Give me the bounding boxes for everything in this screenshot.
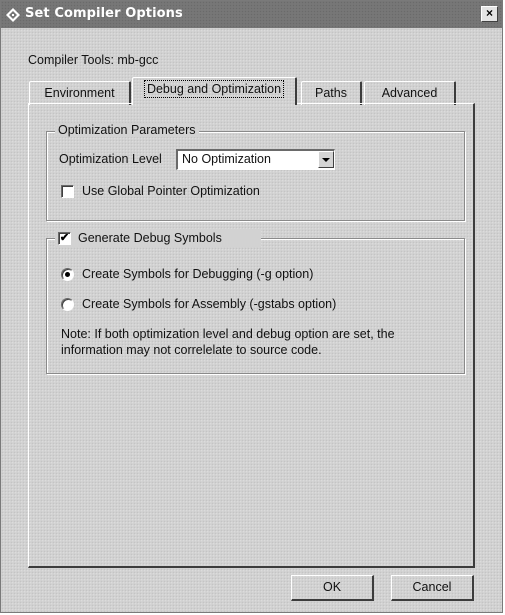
ok-label: OK bbox=[322, 580, 342, 594]
global-pointer-label[interactable]: Use Global Pointer Optimization bbox=[82, 184, 260, 198]
note-line-1: Note: If both optimization level and deb… bbox=[61, 327, 395, 341]
compiler-app-icon bbox=[6, 8, 20, 22]
generate-debug-symbols-checkbox[interactable]: ✔ bbox=[58, 232, 71, 245]
tab-label: Environment bbox=[44, 86, 115, 100]
optimization-parameters-group: Optimization Parameters Optimization Lev… bbox=[46, 123, 465, 221]
tab-debug-and-optimization[interactable]: Debug and Optimization bbox=[132, 77, 297, 105]
tab-advanced[interactable]: Advanced bbox=[364, 81, 456, 105]
tab-environment[interactable]: Environment bbox=[29, 81, 131, 105]
optimization-parameters-legend: Optimization Parameters bbox=[55, 123, 199, 137]
optimization-level-label: Optimization Level bbox=[59, 152, 162, 166]
radio-assembly[interactable] bbox=[61, 298, 74, 311]
title-bar[interactable]: Set Compiler Options × bbox=[1, 1, 502, 28]
tab-label: Advanced bbox=[381, 86, 438, 100]
radio-debugging-label[interactable]: Create Symbols for Debugging (-g option) bbox=[82, 267, 313, 281]
optimization-level-value: No Optimization bbox=[182, 152, 271, 166]
radio-assembly-label[interactable]: Create Symbols for Assembly (-gstabs opt… bbox=[82, 297, 336, 311]
chevron-down-icon[interactable] bbox=[318, 151, 334, 168]
optimization-level-select[interactable]: No Optimization bbox=[176, 149, 335, 170]
close-icon: × bbox=[485, 6, 493, 20]
note-line-2: information may not correlelate to sourc… bbox=[61, 343, 322, 357]
cancel-button[interactable]: Cancel bbox=[391, 575, 474, 601]
check-mark: ✔ bbox=[59, 232, 70, 244]
debug-symbols-group: ✔ Generate Debug Symbols Create Symbols … bbox=[46, 229, 465, 374]
generate-debug-symbols-label[interactable]: Generate Debug Symbols bbox=[78, 231, 222, 245]
cancel-label: Cancel bbox=[412, 580, 452, 594]
dialog-window: Set Compiler Options × Compiler Tools: m… bbox=[0, 0, 503, 613]
tab-paths[interactable]: Paths bbox=[301, 81, 362, 105]
close-button[interactable]: × bbox=[481, 6, 498, 22]
tab-panel-debug-and-optimization: Optimization Parameters Optimization Lev… bbox=[28, 103, 475, 568]
tab-label: Paths bbox=[315, 86, 347, 100]
debug-symbols-legend: ✔ Generate Debug Symbols bbox=[55, 229, 261, 247]
window-title: Set Compiler Options bbox=[25, 6, 183, 21]
ok-button[interactable]: OK bbox=[291, 575, 374, 601]
compiler-tools-label: Compiler Tools: mb-gcc bbox=[28, 53, 159, 67]
tab-label: Debug and Optimization bbox=[143, 80, 285, 98]
global-pointer-checkbox[interactable] bbox=[61, 185, 74, 198]
radio-debugging[interactable] bbox=[61, 268, 74, 281]
